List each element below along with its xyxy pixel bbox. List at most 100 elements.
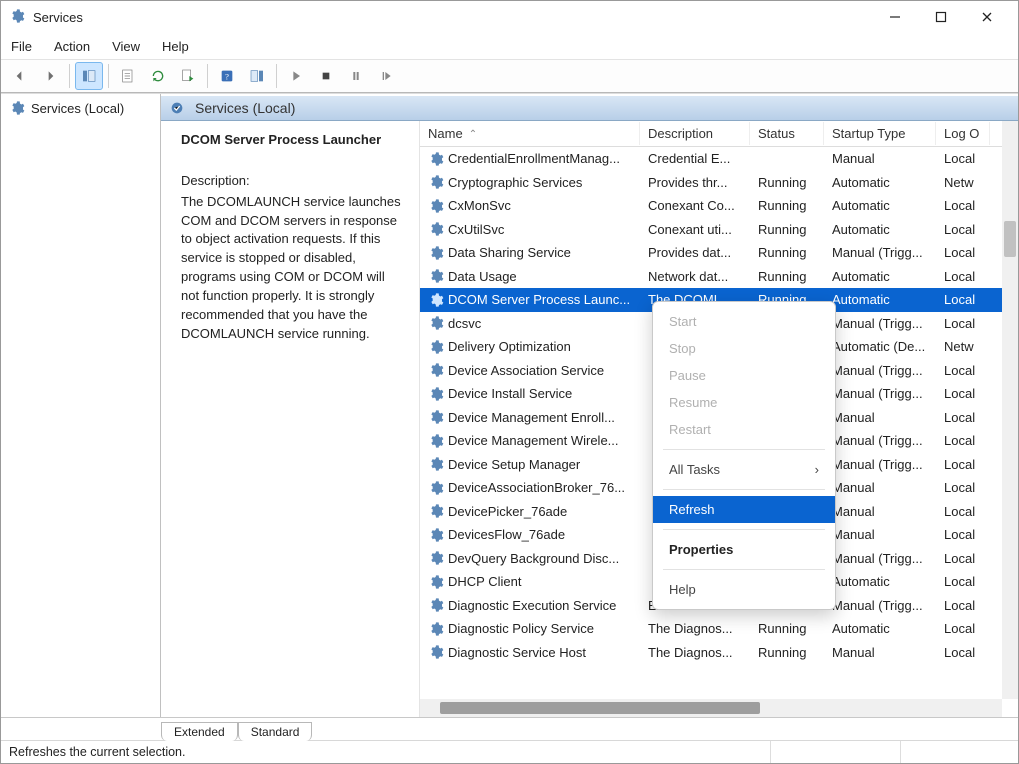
service-gear-icon: [428, 315, 444, 331]
service-name-text: Device Install Service: [448, 386, 572, 401]
start-service-button[interactable]: [282, 62, 310, 90]
back-button[interactable]: [6, 62, 34, 90]
ctx-restart[interactable]: Restart: [653, 416, 835, 443]
cell-name: Device Setup Manager: [420, 456, 640, 472]
cell-startup: Automatic: [824, 222, 936, 237]
service-gear-icon: [428, 597, 444, 613]
cell-startup: Manual: [824, 480, 936, 495]
help-button[interactable]: ?: [213, 62, 241, 90]
service-row[interactable]: CredentialEnrollmentManag...Credential E…: [420, 147, 1018, 171]
cell-name: CxUtilSvc: [420, 221, 640, 237]
service-gear-icon: [428, 456, 444, 472]
menu-help[interactable]: Help: [162, 39, 189, 54]
cell-logon: Local: [936, 551, 990, 566]
stop-service-button[interactable]: [312, 62, 340, 90]
detail-pane: DCOM Server Process Launcher Description…: [161, 121, 419, 717]
cell-logon: Local: [936, 363, 990, 378]
pause-service-button[interactable]: [342, 62, 370, 90]
service-name-text: DCOM Server Process Launc...: [448, 292, 630, 307]
service-row[interactable]: Cryptographic ServicesProvides thr...Run…: [420, 171, 1018, 195]
console-tree: Services (Local): [1, 94, 161, 717]
tree-root-services-local[interactable]: Services (Local): [3, 98, 158, 118]
cell-startup: Manual (Trigg...: [824, 551, 936, 566]
menu-bar: File Action View Help: [1, 33, 1018, 59]
cell-status: Running: [750, 175, 824, 190]
cell-name: Device Management Wirele...: [420, 433, 640, 449]
service-name-text: Device Setup Manager: [448, 457, 580, 472]
cell-description: The Diagnos...: [640, 621, 750, 636]
cell-description: Network dat...: [640, 269, 750, 284]
service-gear-icon: [428, 221, 444, 237]
service-name-text: DevQuery Background Disc...: [448, 551, 619, 566]
cell-name: dcsvc: [420, 315, 640, 331]
action-pane-button[interactable]: [243, 62, 271, 90]
service-row[interactable]: CxMonSvcConexant Co...RunningAutomaticLo…: [420, 194, 1018, 218]
export-button[interactable]: [174, 62, 202, 90]
service-row[interactable]: Diagnostic Policy Service The Diagnos...R…: [420, 617, 1018, 641]
service-name-text: Diagnostic Policy Service: [448, 621, 594, 636]
ctx-help[interactable]: Help: [653, 576, 835, 603]
col-name[interactable]: Name: [420, 122, 640, 145]
ctx-properties[interactable]: Properties: [653, 536, 835, 563]
ctx-stop[interactable]: Stop: [653, 335, 835, 362]
ctx-start[interactable]: Start: [653, 308, 835, 335]
service-gear-icon: [428, 550, 444, 566]
cell-logon: Netw: [936, 339, 990, 354]
cell-logon: Local: [936, 457, 990, 472]
ctx-all-tasks-label: All Tasks: [669, 462, 720, 477]
horizontal-scrollbar[interactable]: [420, 699, 1002, 717]
service-row[interactable]: Data UsageNetwork dat...RunningAutomatic…: [420, 265, 1018, 289]
col-startup-type[interactable]: Startup Type: [824, 122, 936, 145]
service-name-text: CxMonSvc: [448, 198, 511, 213]
cell-logon: Local: [936, 198, 990, 213]
cell-startup: Automatic: [824, 198, 936, 213]
minimize-button[interactable]: [872, 1, 918, 33]
cell-description: The Diagnos...: [640, 645, 750, 660]
cell-logon: Local: [936, 292, 990, 307]
cell-startup: Automatic: [824, 292, 936, 307]
cell-status: Running: [750, 621, 824, 636]
cell-logon: Local: [936, 621, 990, 636]
col-status[interactable]: Status: [750, 122, 824, 145]
menu-view[interactable]: View: [112, 39, 140, 54]
service-row[interactable]: CxUtilSvcConexant uti...RunningAutomatic…: [420, 218, 1018, 242]
menu-action[interactable]: Action: [54, 39, 90, 54]
refresh-button[interactable]: [144, 62, 172, 90]
service-gear-icon: [428, 574, 444, 590]
cell-startup: Automatic: [824, 269, 936, 284]
cell-name: Diagnostic Execution Service: [420, 597, 640, 613]
service-name-text: CxUtilSvc: [448, 222, 504, 237]
menu-file[interactable]: File: [11, 39, 32, 54]
cell-status: Running: [750, 198, 824, 213]
service-name-text: DevicePicker_76ade: [448, 504, 567, 519]
forward-button[interactable]: [36, 62, 64, 90]
ctx-resume[interactable]: Resume: [653, 389, 835, 416]
cell-logon: Local: [936, 410, 990, 425]
cell-startup: Manual (Trigg...: [824, 433, 936, 448]
col-log-on-as[interactable]: Log O: [936, 122, 990, 145]
tree-root-label: Services (Local): [31, 101, 124, 116]
service-gear-icon: [428, 245, 444, 261]
ctx-pause[interactable]: Pause: [653, 362, 835, 389]
ctx-refresh[interactable]: Refresh: [653, 496, 835, 523]
cell-startup: Manual (Trigg...: [824, 316, 936, 331]
cell-logon: Local: [936, 222, 990, 237]
service-row[interactable]: Data Sharing ServiceProvides dat...Runni…: [420, 241, 1018, 265]
properties-button[interactable]: [114, 62, 142, 90]
service-row[interactable]: Diagnostic Service HostThe Diagnos...Run…: [420, 641, 1018, 665]
service-name-text: Cryptographic Services: [448, 175, 582, 190]
restart-service-button[interactable]: [372, 62, 400, 90]
console-tree-button[interactable]: [75, 62, 103, 90]
cell-logon: Local: [936, 245, 990, 260]
tab-extended[interactable]: Extended: [161, 722, 238, 741]
tab-standard[interactable]: Standard: [238, 722, 313, 741]
ctx-all-tasks[interactable]: All Tasks ›: [653, 456, 835, 483]
maximize-button[interactable]: [918, 1, 964, 33]
cell-startup: Automatic (De...: [824, 339, 936, 354]
service-gear-icon: [428, 503, 444, 519]
close-button[interactable]: [964, 1, 1010, 33]
cell-logon: Local: [936, 645, 990, 660]
col-description[interactable]: Description: [640, 122, 750, 145]
vertical-scrollbar[interactable]: [1002, 121, 1018, 699]
cell-status: Running: [750, 222, 824, 237]
